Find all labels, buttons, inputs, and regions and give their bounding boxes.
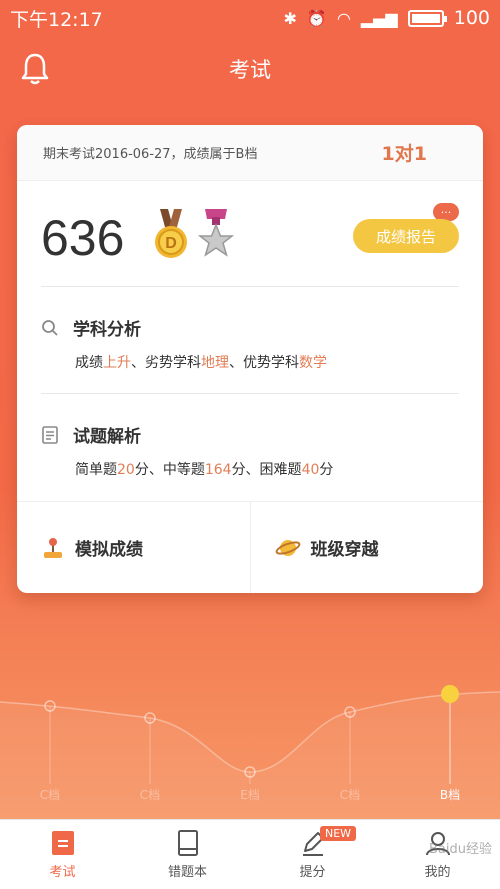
new-badge: NEW [320,826,357,841]
subject-analysis-section[interactable]: 学科分析 成绩上升、劣势学科地理、优势学科数学 [41,315,459,372]
hard-score: 40 [301,462,320,478]
status-icons: ✱ ⏰ ◠ ▂▄▆ 100 [284,7,490,29]
detail-text: 简单题 [75,462,117,478]
bell-icon[interactable] [20,52,50,86]
bluetooth-icon: ✱ [283,8,297,28]
gold-medal-icon: D [155,209,187,258]
score-report-button[interactable]: 成绩报告 [353,219,459,253]
battery-level: 100 [453,7,490,29]
detail-text: 分、困难题 [231,462,302,478]
alarm-icon: ⏰ [306,8,327,28]
detail-text: 分、中等题 [134,462,205,478]
notebook-icon [177,830,198,856]
page-title: 考试 [229,58,271,82]
class-cross-label: 班级穿越 [310,540,379,560]
signal-icon: ▂▄▆ [360,8,398,28]
detail-text: 成绩 [75,355,103,371]
tab-notebook[interactable]: 错题本 [125,820,250,889]
one-on-one-button[interactable]: 1对1 [382,139,427,166]
grade-label: C档 [139,788,161,802]
simulate-score-label: 模拟成绩 [75,540,143,560]
card-actions: 模拟成绩 班级穿越 [17,501,483,593]
score-value: 636 [41,210,125,266]
detail-text: 分 [319,462,334,478]
tab-notebook-label: 错题本 [167,865,207,880]
divider [41,286,459,287]
question-analysis-section[interactable]: 试题解析 简单题20分、中等题164分、困难题40分 [41,422,459,479]
search-icon [42,319,58,336]
trend-value: 上升 [103,355,131,371]
document-icon [42,425,58,444]
detail-text: 、劣势学科 [131,355,201,371]
question-analysis-detail: 简单题20分、中等题164分、困难题40分 [75,459,459,479]
simulate-score-button[interactable]: 模拟成绩 [17,502,250,593]
tab-profile-label: 我的 [424,865,451,880]
tab-exam-label: 考试 [49,865,76,880]
question-analysis-title: 试题解析 [73,427,141,447]
battery-icon [407,9,447,27]
joystick-icon [44,537,62,558]
wifi-icon: ◠ [336,8,351,28]
subject-analysis-title: 学科分析 [73,320,141,340]
exam-info: 期末考试2016-06-27，成绩属于B档 [43,147,258,162]
tab-improve-label: 提分 [299,865,326,880]
app-header: 考试 [0,36,500,102]
weak-subject: 地理 [201,355,229,371]
strong-subject: 数学 [299,355,327,371]
medium-score: 164 [204,462,232,478]
exam-card: 期末考试2016-06-27，成绩属于B档 1对1 636 D ··· 成绩报告… [17,125,483,593]
grade-label: C档 [339,788,361,802]
easy-score: 20 [117,462,135,478]
tab-improve[interactable]: NEW 提分 [250,820,375,889]
subject-analysis-detail: 成绩上升、劣势学科地理、优势学科数学 [75,352,459,372]
exam-info-bar: 期末考试2016-06-27，成绩属于B档 1对1 [17,125,483,181]
status-bar: 下午12:17 ✱ ⏰ ◠ ▂▄▆ 100 [0,0,500,36]
status-time: 下午12:17 [10,8,103,31]
tab-bar: 考试 错题本 NEW 提分 我的 [0,819,500,889]
tab-exam[interactable]: 考试 [0,820,125,889]
planet-icon [275,539,300,556]
exam-icon [51,831,74,855]
svg-text:D: D [165,235,177,252]
grade-point-active [441,685,459,703]
watermark: Baidu经验 [429,842,492,857]
class-cross-button[interactable]: 班级穿越 [249,502,484,593]
grade-label-active: B档 [439,788,461,802]
grade-label: E档 [240,788,260,802]
detail-text: 、优势学科 [229,355,299,371]
star-medal-icon [197,209,235,257]
grade-label: C档 [39,788,61,802]
divider [41,393,459,394]
